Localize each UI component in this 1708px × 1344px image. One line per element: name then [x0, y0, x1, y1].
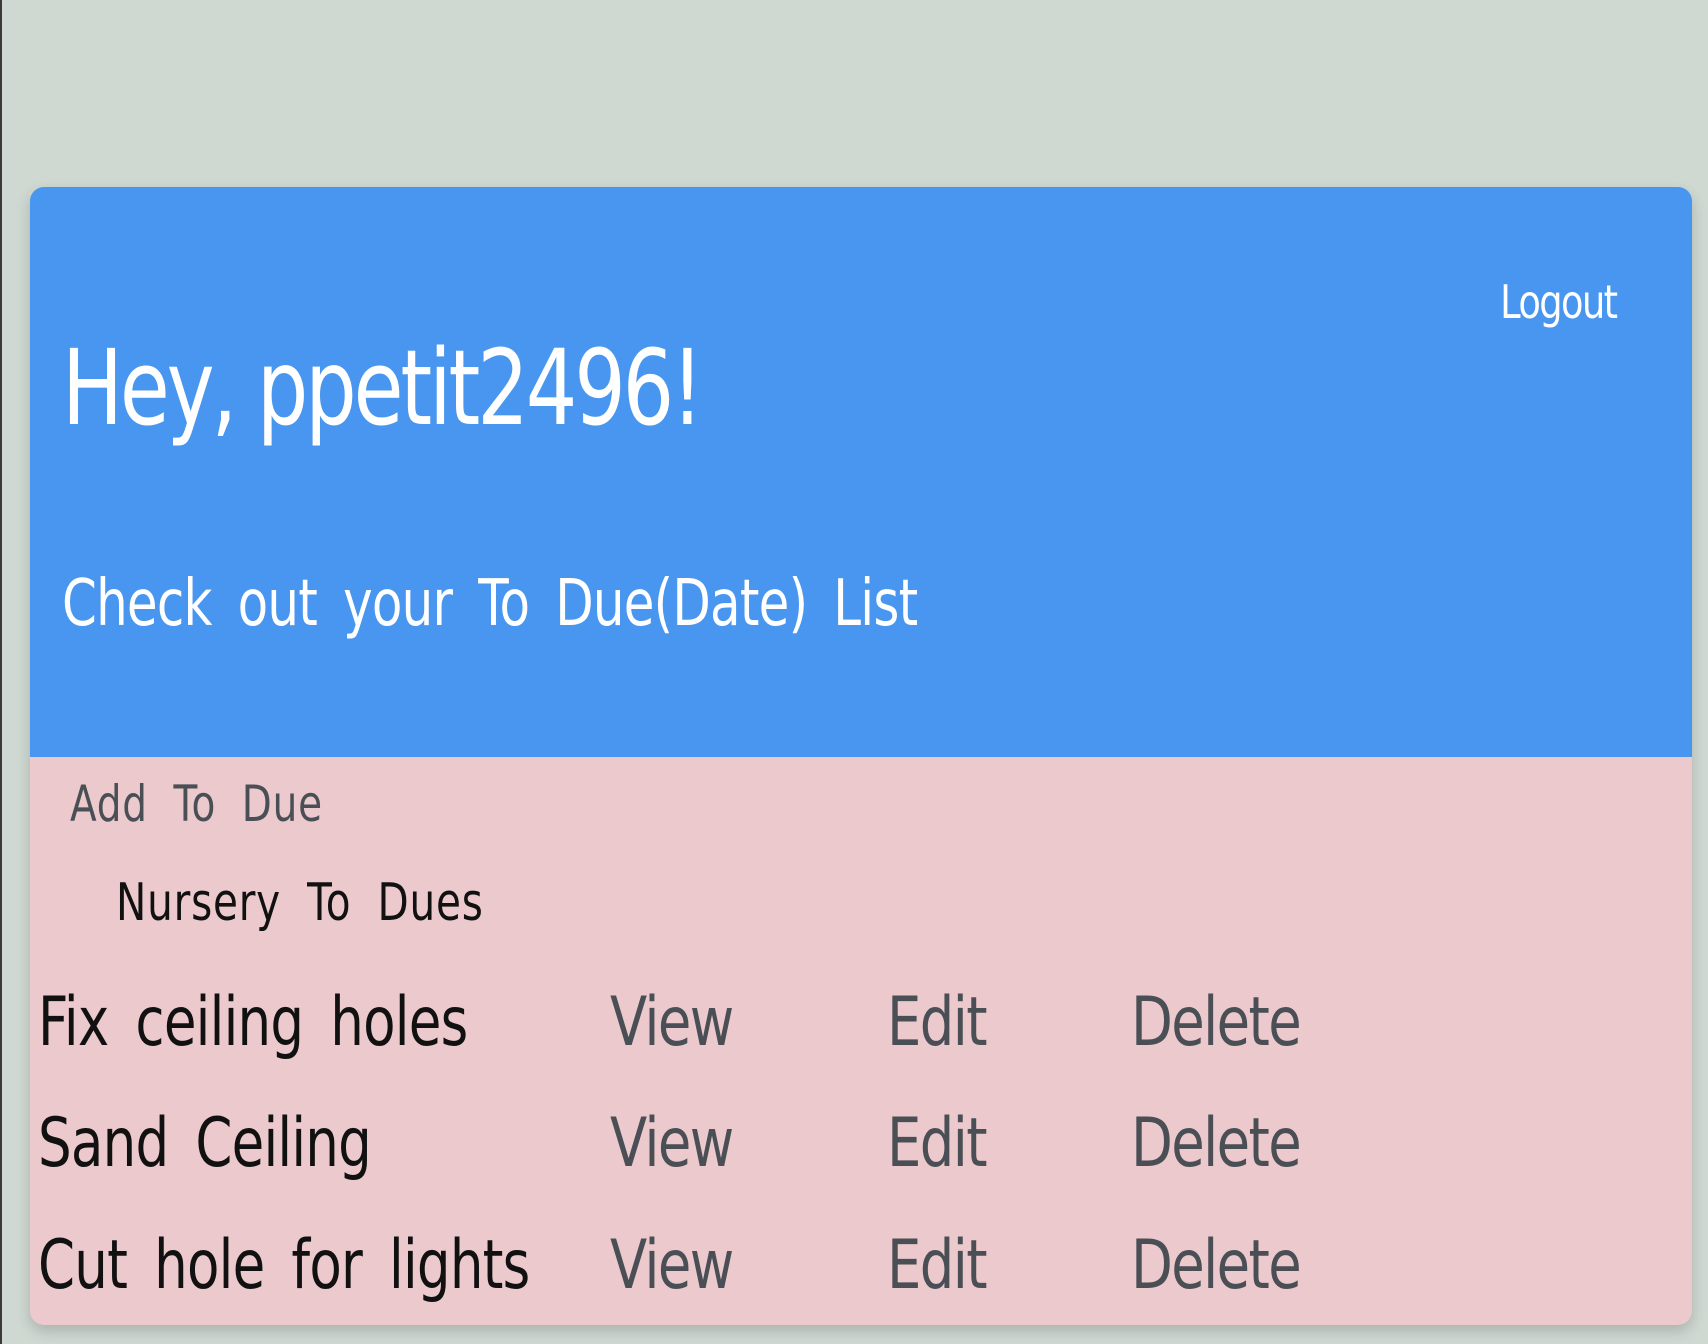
- task-title: Fix ceiling holes: [38, 983, 468, 1062]
- window-left-edge: [0, 0, 2, 1344]
- todo-content: Add To Due Nursery To Dues Fix ceiling h…: [30, 757, 1692, 1325]
- list-item: Fix ceiling holes View Edit Delete: [30, 983, 1692, 1083]
- edit-link[interactable]: Edit: [887, 1226, 988, 1305]
- list-item: Cut hole for lights View Edit Delete: [30, 1226, 1692, 1325]
- page-subtitle: Check out your To Due(Date) List: [62, 567, 918, 641]
- add-todue-link[interactable]: Add To Due: [70, 775, 323, 833]
- page-title: Hey, ppetit2496!: [62, 327, 704, 449]
- edit-link[interactable]: Edit: [887, 983, 988, 1062]
- delete-link[interactable]: Delete: [1131, 1104, 1302, 1183]
- task-title: Sand Ceiling: [38, 1104, 372, 1183]
- edit-link[interactable]: Edit: [887, 1104, 988, 1183]
- view-link[interactable]: View: [610, 1104, 734, 1183]
- todo-card: Hey, ppetit2496! Check out your To Due(D…: [30, 187, 1692, 1325]
- task-title: Cut hole for lights: [38, 1226, 530, 1305]
- list-item: Sand Ceiling View Edit Delete: [30, 1104, 1692, 1204]
- view-link[interactable]: View: [610, 1226, 734, 1305]
- header-banner: Hey, ppetit2496! Check out your To Due(D…: [30, 187, 1692, 757]
- section-title: Nursery To Dues: [116, 873, 484, 933]
- logout-link[interactable]: Logout: [1500, 275, 1618, 329]
- delete-link[interactable]: Delete: [1131, 983, 1302, 1062]
- view-link[interactable]: View: [610, 983, 734, 1062]
- delete-link[interactable]: Delete: [1131, 1226, 1302, 1305]
